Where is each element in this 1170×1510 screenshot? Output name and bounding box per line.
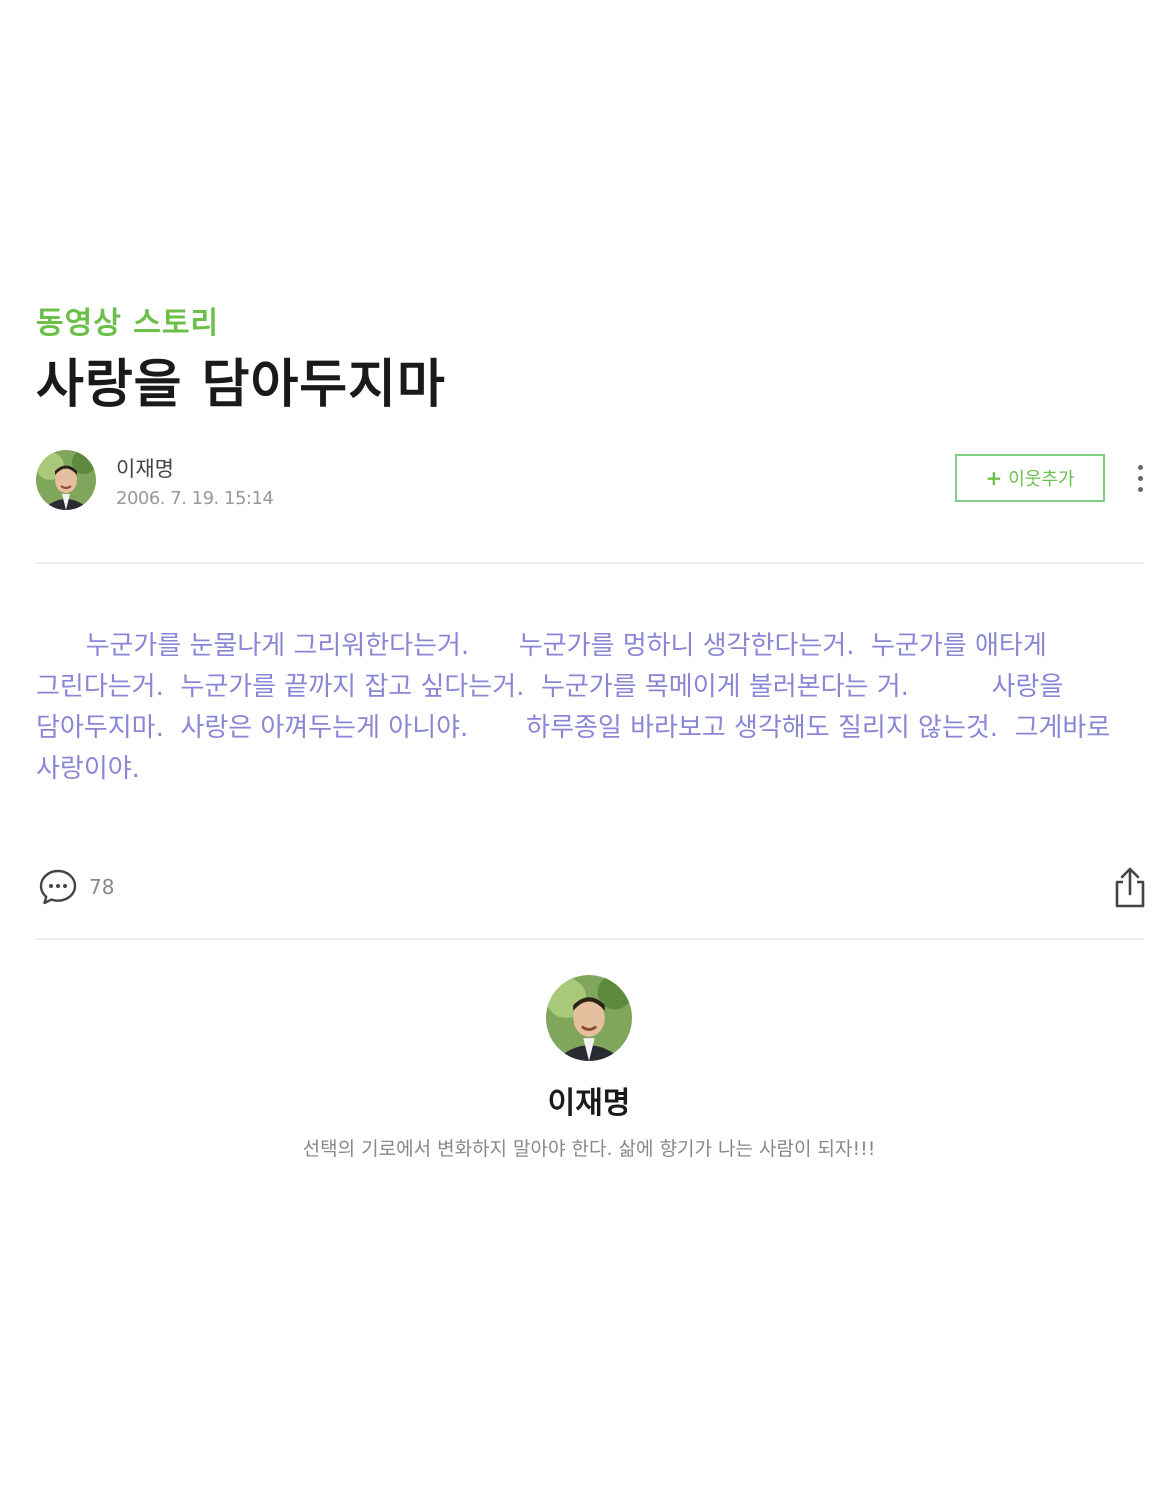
avatar-image: [546, 975, 632, 1061]
comment-count[interactable]: 78: [89, 875, 114, 899]
divider: [36, 562, 1144, 564]
comment-icon[interactable]: [38, 867, 78, 907]
add-neighbor-button[interactable]: + 이웃추가: [955, 454, 1105, 502]
profile-bio: 선택의 기로에서 변화하지 말아야 한다. 삶에 향기가 나는 사람이 되자!!…: [302, 1138, 876, 1160]
divider: [36, 938, 1144, 940]
post-body: 누군가를 눈물나게 그리워한다는거. 누군가를 멍하니 생각한다는거. 누군가를…: [36, 631, 1119, 784]
profile-name[interactable]: 이재명: [0, 1078, 1170, 1122]
author-avatar[interactable]: [36, 450, 96, 510]
post-title: 사랑을 담아두지마: [36, 355, 446, 415]
plus-icon: +: [985, 466, 1003, 490]
profile-avatar[interactable]: [546, 975, 632, 1061]
more-icon[interactable]: [1130, 458, 1150, 498]
avatar-image: [36, 450, 96, 510]
author-name[interactable]: 이재명: [116, 453, 174, 483]
add-neighbor-label: 이웃추가: [1008, 469, 1075, 490]
post-date: 2006. 7. 19. 15:14: [116, 488, 274, 509]
category-label[interactable]: 동영상 스토리: [36, 298, 219, 342]
share-icon[interactable]: [1110, 866, 1150, 910]
